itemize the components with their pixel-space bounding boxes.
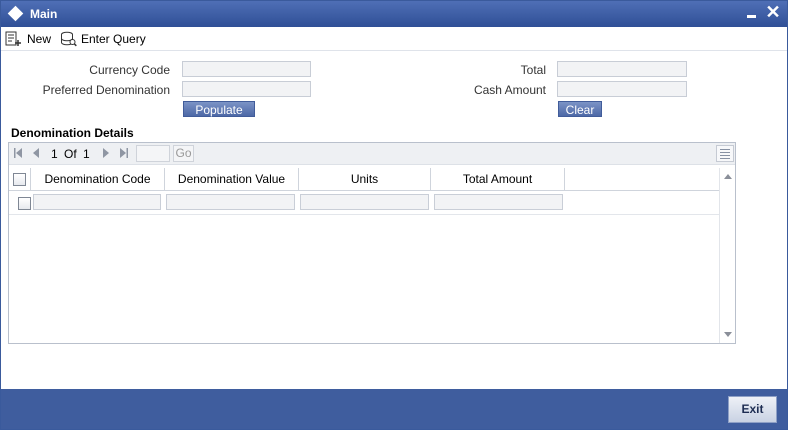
preferred-denomination-field[interactable] [182, 81, 311, 97]
column-header-total-amount[interactable]: Total Amount [431, 168, 565, 191]
column-header-denomination-value[interactable]: Denomination Value [165, 168, 299, 191]
page-number-input[interactable] [136, 145, 170, 162]
cash-amount-field[interactable] [557, 81, 687, 97]
column-header-units[interactable]: Units [299, 168, 431, 191]
denomination-details-title: Denomination Details [11, 126, 134, 140]
preferred-denomination-label: Preferred Denomination [42, 83, 170, 97]
total-field[interactable] [557, 61, 687, 77]
denomination-grid: 1 Of 1 Go Denomination Code Denomination… [8, 142, 736, 344]
minimize-icon[interactable] [746, 5, 758, 21]
window-title: Main [30, 7, 58, 21]
enter-query-icon [61, 31, 77, 46]
title-bar: Main ✕ [1, 1, 787, 27]
populate-button[interactable]: Populate [183, 101, 255, 117]
row-select-checkbox[interactable] [18, 197, 31, 210]
scroll-up-icon[interactable] [724, 174, 732, 179]
column-header-denomination-code[interactable]: Denomination Code [31, 168, 165, 191]
next-page-icon[interactable] [102, 147, 110, 159]
new-icon [5, 31, 21, 46]
of-label: Of [64, 147, 77, 161]
currency-code-label: Currency Code [89, 63, 170, 77]
header-select-cell [9, 168, 31, 191]
clear-button[interactable]: Clear [558, 101, 602, 117]
last-page-icon[interactable] [119, 147, 129, 159]
scroll-down-icon[interactable] [724, 332, 732, 337]
footer-bar: Exit [1, 389, 787, 429]
total-label: Total [520, 63, 546, 77]
total-amount-input[interactable] [434, 194, 563, 210]
grid-menu-icon[interactable] [716, 145, 734, 162]
current-page-number: 1 [51, 147, 58, 161]
enter-query-button[interactable]: Enter Query [60, 29, 146, 48]
close-icon[interactable]: ✕ [765, 2, 781, 22]
cash-amount-label: Cash Amount [473, 83, 546, 97]
units-input[interactable] [300, 194, 429, 210]
currency-code-field[interactable] [182, 61, 311, 77]
go-button[interactable]: Go [173, 145, 194, 162]
denomination-value-input[interactable] [166, 194, 295, 210]
table-row [9, 191, 719, 215]
exit-button[interactable]: Exit [728, 396, 777, 423]
first-page-icon[interactable] [13, 147, 23, 159]
select-all-checkbox[interactable] [13, 173, 26, 186]
diamond-icon [7, 5, 24, 22]
prev-page-icon[interactable] [32, 147, 40, 159]
total-pages-number: 1 [83, 147, 90, 161]
grid-pagination-bar: 1 Of 1 Go [9, 143, 735, 165]
enter-query-label: Enter Query [81, 31, 146, 46]
denomination-code-input[interactable] [33, 194, 161, 210]
toolbar: New Enter Query [1, 27, 787, 51]
new-label: New [27, 31, 52, 46]
grid-header-row: Denomination Code Denomination Value Uni… [9, 168, 719, 191]
grid-vertical-scrollbar[interactable] [719, 168, 735, 343]
new-button[interactable]: New [5, 29, 51, 48]
main-window: Main ✕ New Enter Query Currency Code Pre… [0, 0, 788, 430]
